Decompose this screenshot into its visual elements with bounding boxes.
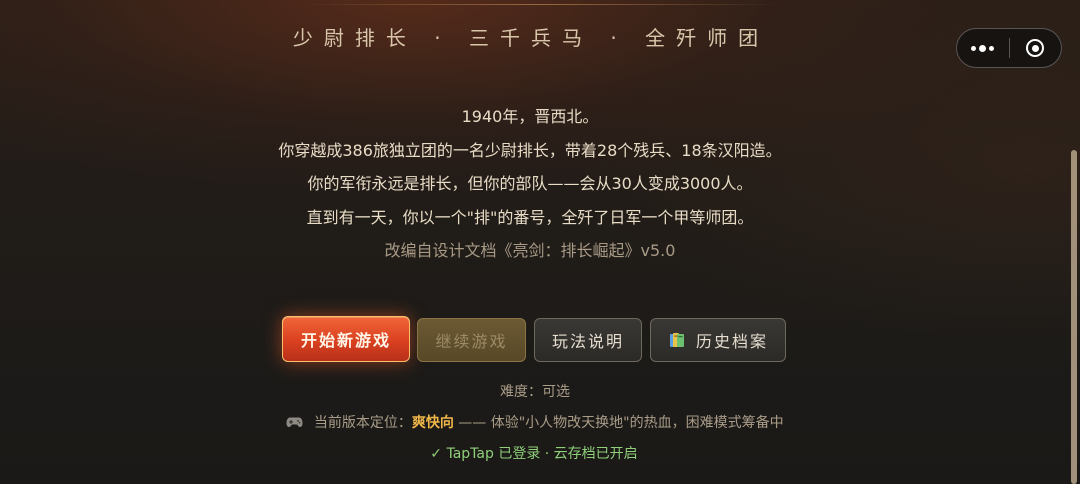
version-highlight: 爽快向 [411, 415, 454, 431]
scrollbar-thumb[interactable] [1071, 150, 1077, 484]
new-game-button[interactable]: 开始新游戏 [282, 316, 410, 362]
mini-program-capsule [956, 28, 1062, 68]
how-to-play-label: 玩法说明 [551, 332, 624, 351]
story-line-4: 直到有一天，你以一个"排"的番号，全歼了日军一个甲等师团。 [306, 207, 754, 227]
history-archive-button[interactable]: 历史档案 [650, 318, 786, 362]
continue-game-label: 继续游戏 [435, 332, 508, 351]
continue-game-button[interactable]: 继续游戏 [417, 318, 526, 362]
more-button[interactable] [957, 29, 1009, 67]
story-intro: 1940年，晋西北。 你穿越成386旅独立团的一名少尉排长，带着28个残兵、18… [0, 100, 1060, 268]
story-source: 改编自设计文档《亮剑：排长崛起》v5.0 [384, 241, 676, 260]
story-line-2: 你穿越成386旅独立团的一名少尉排长，带着28个残兵、18条汉阳造。 [278, 140, 782, 160]
top-divider [300, 4, 780, 5]
how-to-play-button[interactable]: 玩法说明 [534, 318, 642, 362]
new-game-label: 开始新游戏 [300, 331, 391, 350]
gamepad-icon [286, 417, 303, 427]
login-status: ✓ TapTap 已登录 · 云存档已开启 [430, 446, 638, 462]
version-suffix: —— 体验"小人物改天换地"的热血，困难模式筹备中 [458, 415, 784, 431]
close-circle-icon [1026, 39, 1045, 57]
history-archive-label: 历史档案 [695, 332, 768, 351]
difficulty-text: 难度：可选 [500, 384, 570, 400]
version-info: 当前版本定位：爽快向 —— 体验"小人物改天换地"的热血，困难模式筹备中 [0, 412, 1070, 432]
book-icon [669, 333, 684, 347]
story-line-3: 你的军衔永远是排长，但你的部队——会从30人变成3000人。 [307, 174, 753, 193]
close-button[interactable] [1009, 29, 1061, 67]
tagline: 少尉排长 · 三千兵马 · 全歼师团 [292, 26, 770, 50]
version-prefix: 当前版本定位： [313, 415, 412, 431]
story-line-1: 1940年，晋西北。 [461, 107, 599, 126]
more-dots-icon [971, 44, 995, 52]
